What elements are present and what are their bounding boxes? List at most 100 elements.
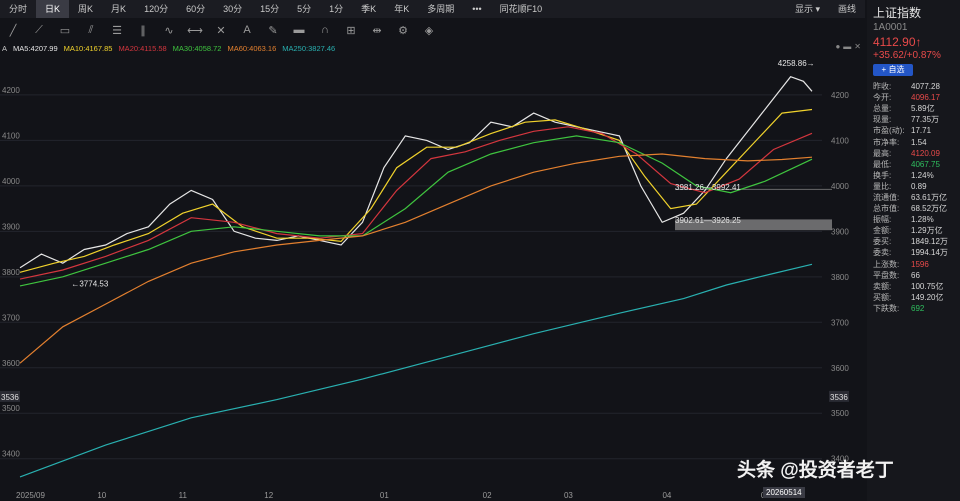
- quote-value: 1596: [911, 259, 929, 269]
- settings-tool-icon[interactable]: ⚙: [390, 18, 416, 42]
- ray-tool-icon[interactable]: ⟋: [26, 18, 52, 42]
- measure-tool-icon[interactable]: ⟷: [182, 18, 208, 42]
- legend-item: MA30:4058.72: [172, 43, 222, 53]
- quote-row: 昨收: 4077.28: [873, 81, 960, 92]
- text-tool-icon[interactable]: A: [234, 18, 260, 42]
- quote-key: 现量:: [873, 115, 892, 125]
- display-menu[interactable]: 显示 ▾: [786, 0, 829, 18]
- lock-tool-icon[interactable]: ⊞: [338, 18, 364, 42]
- eraser-tool-icon[interactable]: ▬: [286, 18, 312, 42]
- quote-key: 平盘数:: [873, 270, 900, 280]
- move-tool-icon[interactable]: ⇹: [364, 18, 390, 42]
- drawing-toolbar: ╱ ⟋ ▭ ⫽ ☰ ∥ ∿ ⟷ ✕ A ✎ ▬ ∩ ⊞ ⇹ ⚙ ◈: [0, 18, 865, 42]
- quote-value: 68.52万亿: [911, 204, 948, 214]
- x-tick-label: 11: [179, 491, 188, 500]
- period-tab[interactable]: 15分: [251, 0, 288, 18]
- quote-sidebar: 上证指数 1A0001 4112.90↑ +35.62/+0.87% + 自选 …: [867, 0, 960, 501]
- period-tab[interactable]: 120分: [135, 0, 177, 18]
- y-tick-label-right: 3700: [831, 318, 849, 327]
- period-tab[interactable]: 周K: [69, 0, 102, 18]
- watermark: 头条 @投资者老丁: [737, 460, 894, 481]
- quote-key: 今开:: [873, 93, 892, 103]
- parallel-tool-icon[interactable]: ∥: [130, 18, 156, 42]
- y-tick-label-left: 3700: [2, 313, 20, 322]
- quote-key: 买额:: [873, 292, 892, 302]
- quote-key: 金额:: [873, 226, 892, 236]
- legend-close-icon[interactable]: ✕: [854, 42, 861, 51]
- quote-row: 现量: 77.35万: [873, 114, 960, 125]
- legend-add-icon[interactable]: ●: [835, 42, 840, 51]
- period-tab[interactable]: 年K: [385, 0, 418, 18]
- add-watchlist-button[interactable]: + 自选: [873, 64, 913, 76]
- series-line-ma250: [19, 263, 813, 478]
- y-tick-label-left: 3500: [2, 404, 20, 413]
- quote-key: 振幅:: [873, 215, 892, 225]
- annotation-label: 4258.86→: [778, 59, 815, 68]
- quote-row: 上涨数: 1596: [873, 259, 960, 270]
- x-tick-label: 03: [564, 491, 573, 500]
- period-tab[interactable]: 5分: [288, 0, 320, 18]
- quote-row: 下跌数: 692: [873, 303, 960, 314]
- quote-row: 今开: 4096.17: [873, 92, 960, 103]
- period-tab[interactable]: 30分: [214, 0, 251, 18]
- quote-row: 金额: 1.29万亿: [873, 225, 960, 236]
- period-tab[interactable]: 月K: [102, 0, 135, 18]
- quote-row: 振幅: 1.28%: [873, 214, 960, 225]
- fib-tool-icon[interactable]: ☰: [104, 18, 130, 42]
- line-tool-icon[interactable]: ╱: [0, 18, 26, 42]
- period-tab[interactable]: 60分: [177, 0, 214, 18]
- period-tab[interactable]: 日K: [36, 0, 70, 18]
- draw-menu[interactable]: 画线: [829, 0, 865, 18]
- quote-key: 上涨数:: [873, 259, 900, 269]
- series-line-ma30: [19, 135, 813, 287]
- gann-tool-icon[interactable]: ✕: [208, 18, 234, 42]
- y-tick-label-left: 3900: [2, 222, 20, 231]
- period-tab[interactable]: •••: [463, 0, 490, 18]
- quote-value: 1.24%: [911, 170, 934, 180]
- quote-value: 4096.17: [911, 93, 940, 103]
- annotation-label: 3981.26—3992.41: [675, 183, 741, 192]
- period-tab[interactable]: 分时: [0, 0, 36, 18]
- quote-row: 流通值: 63.61万亿: [873, 192, 960, 203]
- quote-value: 1849.12万: [911, 237, 948, 247]
- y-tick-label-right: 3800: [831, 273, 849, 282]
- rect-tool-icon[interactable]: ▭: [52, 18, 78, 42]
- wave-tool-icon[interactable]: ∿: [156, 18, 182, 42]
- quote-value: 63.61万亿: [911, 192, 948, 202]
- quote-key: 流通值:: [873, 192, 900, 202]
- quote-key: 市盈(动):: [873, 126, 905, 136]
- y-tick-label-left: 4200: [2, 86, 20, 95]
- period-tab[interactable]: 同花顺F10: [491, 0, 552, 18]
- quote-key: 量比:: [873, 181, 892, 191]
- brush-tool-icon[interactable]: ✎: [260, 18, 286, 42]
- quote-row: 卖额: 100.75亿: [873, 281, 960, 292]
- legend-item: MA10:4167.85: [63, 43, 113, 53]
- quote-key: 卖额:: [873, 281, 892, 291]
- y-tick-label-left: 3600: [2, 359, 20, 368]
- x-tick-label: 10: [97, 491, 106, 500]
- magnet-tool-icon[interactable]: ∩: [312, 18, 338, 42]
- quote-value: 1994.14万: [911, 248, 948, 258]
- x-tick-label: 04: [662, 491, 671, 500]
- quote-value: 1.54: [911, 137, 927, 147]
- index-name: 上证指数: [873, 6, 922, 20]
- y-tick-label-right: 4200: [831, 91, 849, 100]
- period-tab[interactable]: 1分: [320, 0, 352, 18]
- topbar-right: 显示 ▾ 画线: [786, 0, 865, 18]
- legend-minimize-icon[interactable]: ▬: [843, 42, 851, 51]
- quote-rows: 昨收: 4077.28 今开: 4096.17 总量: 5.89亿 现量: 77.35万 市盈(…: [873, 81, 960, 314]
- quote-value: 77.35万: [911, 115, 940, 125]
- quote-value: 66: [911, 270, 920, 280]
- period-tab[interactable]: 季K: [352, 0, 385, 18]
- quote-row: 委卖: 1994.14万: [873, 247, 960, 258]
- quote-value: 5.89亿: [911, 104, 935, 114]
- quote-value: 1.28%: [911, 215, 934, 225]
- period-tab[interactable]: 多周期: [418, 0, 463, 18]
- channel-tool-icon[interactable]: ⫽: [78, 18, 104, 42]
- app: 分时 日K 周K 月K 120分 60分 30分 15分 5分 1分 季K 年K 多周期 ••• 同花顺F1…: [0, 0, 960, 501]
- y-tick-label-left: 4100: [2, 131, 20, 140]
- candlestick-chart[interactable]: 4200 4200 4100 4100 4000 4000 3900 3900 3800 3800…: [0, 54, 865, 501]
- quote-row: 市盈(动): 17.71: [873, 125, 960, 136]
- quote-value: 100.75亿: [911, 281, 944, 291]
- layers-tool-icon[interactable]: ◈: [416, 18, 442, 42]
